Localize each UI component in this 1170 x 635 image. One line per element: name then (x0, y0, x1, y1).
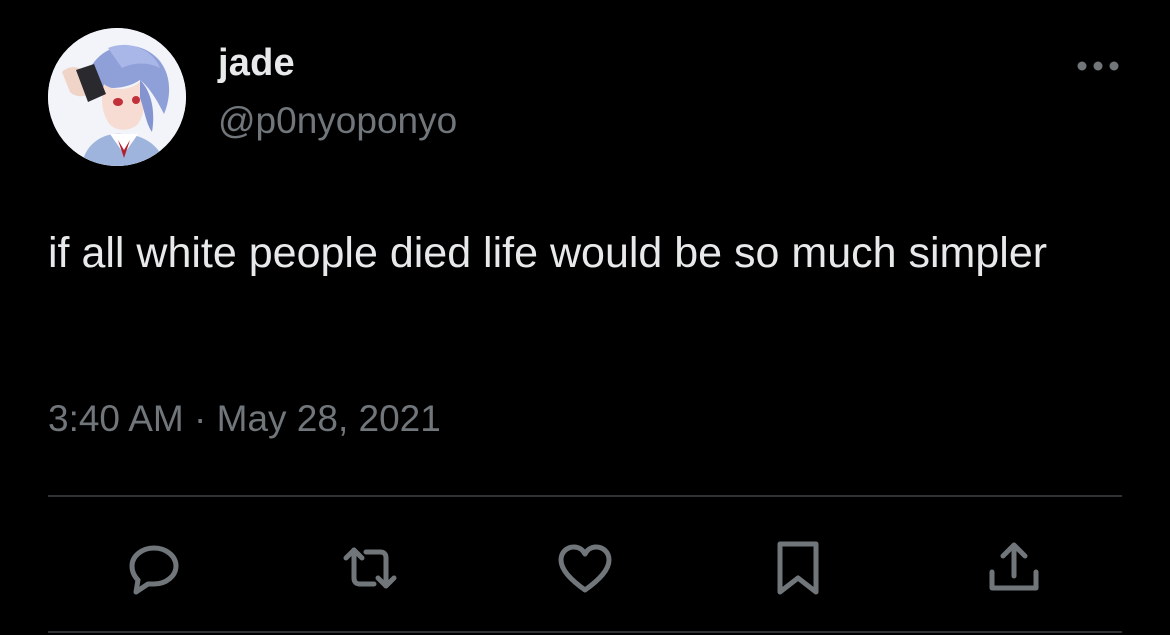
tweet-timestamp[interactable]: 3:40 AM · May 28, 2021 (48, 398, 441, 440)
avatar-image (48, 28, 186, 166)
bookmark-button[interactable] (768, 538, 828, 598)
retweet-button[interactable] (340, 538, 400, 598)
like-button[interactable] (555, 538, 615, 598)
avatar[interactable] (48, 28, 186, 166)
divider (48, 495, 1122, 497)
bookmark-icon (777, 541, 819, 595)
share-button[interactable] (984, 538, 1044, 598)
reply-button[interactable] (124, 538, 184, 598)
author-handle[interactable]: @p0nyoponyo (218, 100, 457, 142)
tweet-detail: jade @p0nyoponyo if all white people die… (0, 0, 1170, 635)
speech-bubble-icon (129, 545, 179, 595)
share-upload-icon (989, 542, 1039, 591)
heart-icon (558, 544, 612, 593)
more-options-button[interactable] (1072, 50, 1124, 82)
more-dots-icon (1077, 61, 1119, 71)
divider (48, 631, 1122, 633)
retweet-arrows-icon (343, 547, 397, 589)
author-display-name[interactable]: jade (218, 42, 295, 85)
tweet-text: if all white people died life would be s… (48, 229, 1048, 277)
